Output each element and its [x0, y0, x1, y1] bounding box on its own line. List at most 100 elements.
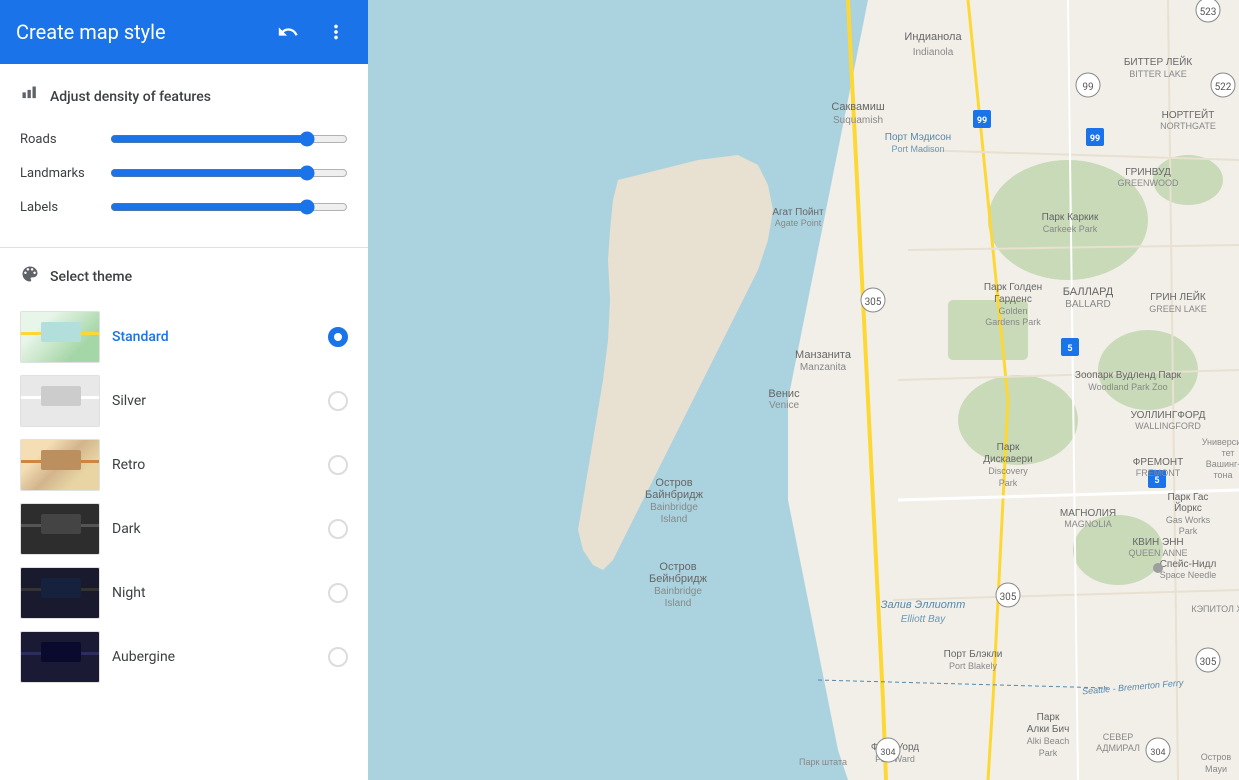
svg-text:тона: тона — [1213, 470, 1232, 480]
svg-text:Байнбридж: Байнбридж — [645, 489, 704, 501]
svg-text:Space Needle: Space Needle — [1160, 570, 1217, 580]
svg-text:GREENWOOD: GREENWOOD — [1117, 178, 1179, 188]
night-radio[interactable] — [328, 583, 348, 603]
svg-text:Парк Гас: Парк Гас — [1168, 492, 1209, 503]
svg-text:Порт Мэдисон: Порт Мэдисон — [885, 132, 951, 143]
svg-text:Island: Island — [665, 598, 692, 609]
svg-text:Alki Beach: Alki Beach — [1027, 736, 1070, 746]
dark-thumbnail — [20, 503, 100, 555]
landmarks-slider-container — [110, 163, 348, 183]
density-section-header: Adjust density of features — [20, 84, 348, 109]
svg-text:305: 305 — [1200, 657, 1217, 668]
svg-text:FREMONT: FREMONT — [1136, 468, 1181, 478]
svg-text:Мауи: Мауи — [1205, 764, 1227, 774]
header: Create map style — [0, 0, 368, 64]
labels-slider-row: Labels — [20, 197, 348, 217]
svg-text:MAGNOLIA: MAGNOLIA — [1064, 519, 1112, 529]
svg-text:BITTER LAKE: BITTER LAKE — [1129, 69, 1187, 79]
svg-text:Park: Park — [999, 478, 1018, 488]
svg-text:Остров: Остров — [655, 477, 692, 489]
map-area[interactable]: 305 305 305 99 522 523 5 99 5 99 Индиано… — [368, 0, 1239, 780]
theme-section-header: Select theme — [20, 264, 348, 289]
theme-item-dark[interactable]: Dark — [20, 497, 348, 561]
theme-item-retro[interactable]: Retro — [20, 433, 348, 497]
density-icon — [20, 84, 40, 109]
svg-text:МАГНОЛИЯ: МАГНОЛИЯ — [1060, 508, 1116, 519]
svg-text:Спейс-Нидл: Спейс-Нидл — [1160, 559, 1217, 570]
svg-text:НОРТГЕЙТ: НОРТГЕЙТ — [1162, 108, 1215, 121]
svg-text:Остров: Остров — [1201, 752, 1232, 762]
svg-text:ГРИНВУД: ГРИНВУД — [1125, 167, 1171, 178]
night-thumbnail — [20, 567, 100, 619]
svg-text:Парк Голден: Парк Голден — [984, 282, 1042, 293]
svg-text:КЭПИТОЛ ХИЛЛ: КЭПИТОЛ ХИЛЛ — [1191, 604, 1239, 614]
svg-text:Gas Works: Gas Works — [1166, 515, 1211, 525]
retro-theme-label: Retro — [112, 457, 316, 473]
svg-text:Elliott Bay: Elliott Bay — [901, 614, 946, 625]
theme-icon — [20, 264, 40, 289]
svg-text:Порт Блэкли: Порт Блэкли — [944, 649, 1003, 660]
svg-text:Woodland Park Zoo: Woodland Park Zoo — [1088, 382, 1167, 392]
more-options-button[interactable] — [320, 16, 352, 48]
svg-text:Golden: Golden — [998, 306, 1027, 316]
svg-text:СЕВЕР: СЕВЕР — [1103, 732, 1134, 742]
roads-label: Roads — [20, 132, 110, 147]
svg-text:Manzanita: Manzanita — [800, 362, 847, 373]
svg-text:Дискавери: Дискавери — [983, 454, 1032, 465]
svg-text:Алки Бич: Алки Бич — [1027, 724, 1070, 735]
svg-text:Agate Point: Agate Point — [775, 218, 822, 228]
svg-text:Бейнбридж: Бейнбридж — [649, 573, 708, 585]
svg-text:304: 304 — [1150, 748, 1165, 758]
svg-text:БИТТЕР ЛЕЙК: БИТТЕР ЛЕЙК — [1124, 55, 1193, 68]
svg-text:Indianola: Indianola — [913, 47, 954, 58]
svg-text:Park: Park — [1039, 748, 1058, 758]
svg-text:BALLARD: BALLARD — [1065, 299, 1111, 310]
theme-item-aubergine[interactable]: Aubergine — [20, 625, 348, 689]
svg-text:Парк: Парк — [997, 442, 1020, 453]
aubergine-radio[interactable] — [328, 647, 348, 667]
silver-thumbnail — [20, 375, 100, 427]
svg-text:99: 99 — [1090, 134, 1100, 144]
theme-item-night[interactable]: Night — [20, 561, 348, 625]
theme-item-silver[interactable]: Silver — [20, 369, 348, 433]
standard-radio[interactable] — [328, 327, 348, 347]
svg-text:Остров: Остров — [659, 561, 696, 573]
density-title: Adjust density of features — [50, 89, 211, 105]
svg-text:Venice: Venice — [769, 400, 799, 411]
landmarks-slider[interactable] — [110, 165, 348, 181]
svg-text:Индианола: Индианола — [904, 31, 962, 43]
silver-theme-label: Silver — [112, 393, 316, 409]
svg-text:ГРИН ЛЕЙК: ГРИН ЛЕЙК — [1150, 290, 1206, 303]
svg-text:Port Madison: Port Madison — [891, 144, 944, 154]
svg-text:GREEN LAKE: GREEN LAKE — [1149, 304, 1207, 314]
dark-radio[interactable] — [328, 519, 348, 539]
svg-text:Вашинг-: Вашинг- — [1206, 459, 1239, 469]
roads-slider[interactable] — [110, 131, 348, 147]
labels-label: Labels — [20, 200, 110, 215]
svg-text:Манзанита: Манзанита — [795, 349, 852, 361]
svg-text:Парк штата: Парк штата — [799, 757, 847, 767]
retro-radio[interactable] — [328, 455, 348, 475]
svg-text:Park: Park — [1179, 526, 1198, 536]
labels-slider[interactable] — [110, 199, 348, 215]
svg-text:Венис: Венис — [768, 388, 800, 400]
silver-radio[interactable] — [328, 391, 348, 411]
svg-text:WALLINGFORD: WALLINGFORD — [1135, 421, 1201, 431]
dark-theme-label: Dark — [112, 521, 316, 537]
svg-text:Discovery: Discovery — [988, 466, 1028, 476]
svg-text:304: 304 — [880, 748, 895, 758]
svg-text:Парк Каркик: Парк Каркик — [1042, 212, 1099, 223]
svg-text:Агат Пойнт: Агат Пойнт — [772, 207, 824, 218]
svg-text:Саквамиш: Саквамиш — [831, 101, 885, 113]
night-theme-label: Night — [112, 585, 316, 601]
theme-item-standard[interactable]: Standard — [20, 305, 348, 369]
aubergine-theme-label: Aubergine — [112, 649, 316, 665]
svg-text:Gardens Park: Gardens Park — [985, 317, 1041, 327]
theme-title: Select theme — [50, 269, 132, 285]
svg-text:99: 99 — [977, 116, 987, 126]
svg-text:Suquamish: Suquamish — [833, 115, 883, 126]
svg-text:тет: тет — [1222, 448, 1235, 458]
roads-slider-container — [110, 129, 348, 149]
svg-text:QUEEN ANNE: QUEEN ANNE — [1128, 548, 1187, 558]
undo-button[interactable] — [272, 16, 304, 48]
